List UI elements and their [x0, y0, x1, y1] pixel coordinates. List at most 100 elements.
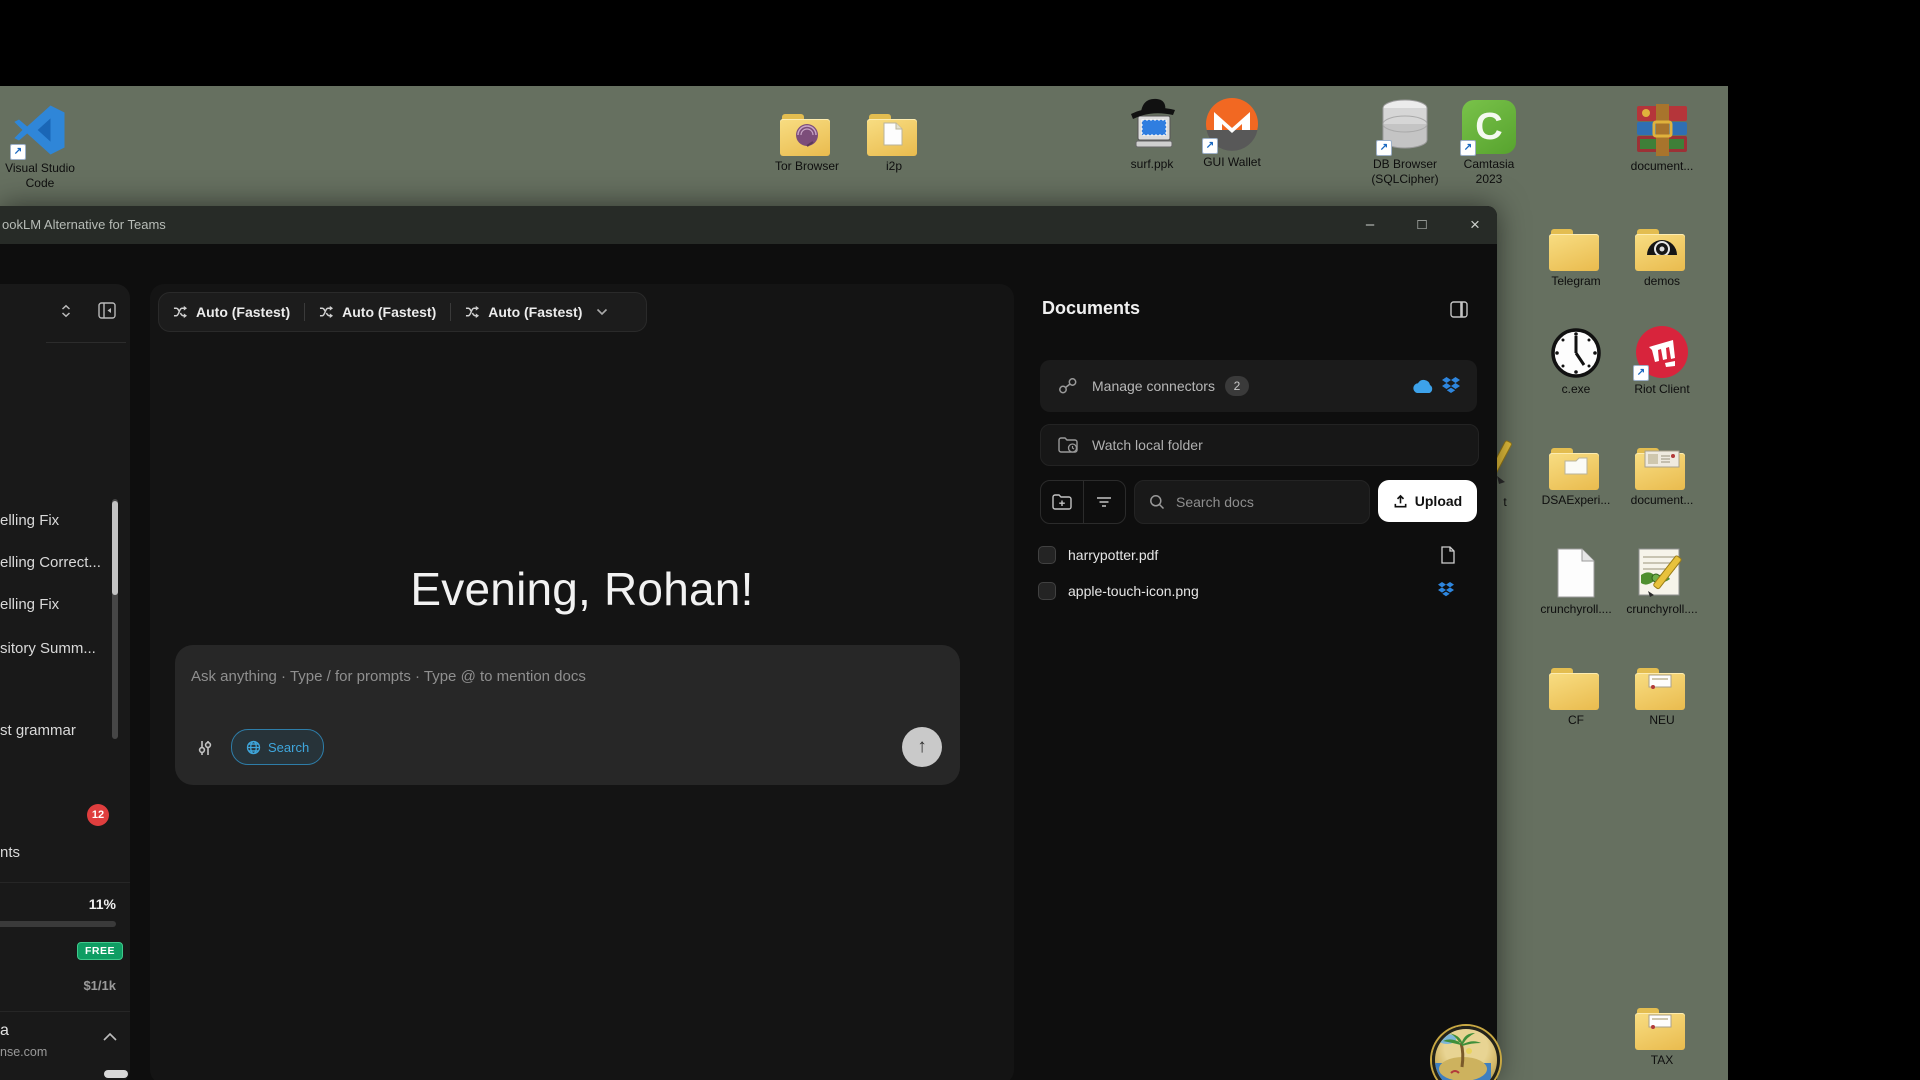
sliders-icon[interactable] [196, 739, 214, 757]
model-selector-3[interactable]: Auto (Fastest) [451, 293, 622, 331]
icon-label: t [1495, 495, 1515, 510]
profile-name[interactable]: a [0, 1022, 9, 1040]
send-button[interactable]: ↑ [902, 727, 942, 767]
winrar-archive-icon [1636, 98, 1688, 156]
icon-label: demos [1644, 274, 1680, 289]
desktop-icon-dsaexperiments[interactable]: DSAExperi... [1528, 432, 1624, 508]
upload-label: Upload [1415, 493, 1462, 509]
desktop-icon-c-exe[interactable]: c.exe [1528, 321, 1624, 397]
file-name: apple-touch-icon.png [1068, 583, 1199, 599]
file-row[interactable]: apple-touch-icon.png [1030, 574, 1477, 608]
manage-connectors-row[interactable]: Manage connectors 2 [1040, 360, 1477, 412]
folder-icon [1635, 652, 1689, 710]
filter-button[interactable] [1084, 496, 1126, 508]
shortcut-arrow-icon: ↗ [1376, 140, 1392, 156]
filter-icon [1096, 496, 1112, 508]
pdf-file-icon [1441, 546, 1455, 564]
file-checkbox[interactable] [1038, 546, 1056, 564]
vscode-icon: ↗ [12, 100, 68, 158]
plan-badge: FREE [77, 942, 123, 960]
docs-search-input[interactable]: Search docs [1134, 480, 1370, 524]
watch-local-folder-row[interactable]: Watch local folder [1040, 424, 1479, 466]
desktop-icon-gui-wallet[interactable]: ↗ GUI Wallet [1184, 94, 1280, 170]
usage-progressbar [0, 921, 116, 927]
connectors-icon [1058, 377, 1078, 395]
collapse-panel-icon[interactable] [1450, 301, 1468, 318]
upload-button[interactable]: Upload [1378, 480, 1477, 522]
sort-icon[interactable] [58, 303, 74, 319]
desktop-icon-document-rar[interactable]: document... [1614, 98, 1710, 174]
window-titlebar[interactable]: ookLM Alternative for Teams – □ × [0, 206, 1497, 244]
sidebar-scrollbar-thumb[interactable] [112, 501, 118, 595]
file-row[interactable]: harrypotter.pdf [1030, 538, 1477, 572]
desktop-icon-crunchyroll-file[interactable]: crunchyroll.... [1528, 541, 1624, 617]
folder-icon [1549, 213, 1603, 271]
connector-count-badge: 2 [1225, 376, 1249, 396]
riot-icon: ↗ [1635, 321, 1689, 379]
desktop-icon-demos[interactable]: demos [1614, 213, 1710, 289]
collapse-sidebar-icon[interactable] [98, 302, 116, 319]
dropbox-connector-icon [1441, 377, 1461, 395]
chevron-up-icon[interactable] [102, 1032, 118, 1042]
usage-percent: 11% [0, 896, 116, 912]
dropbox-source-icon [1437, 582, 1455, 598]
icon-label: CF [1568, 713, 1584, 728]
maximize-button[interactable]: □ [1408, 212, 1436, 238]
shortcut-arrow-icon: ↗ [1633, 365, 1649, 381]
docs-search-placeholder: Search docs [1176, 494, 1254, 510]
folder-icon [867, 98, 921, 156]
folder-watch-icon [1058, 437, 1078, 454]
nav-item-truncated[interactable]: nts [0, 844, 20, 861]
icon-label: Telegram [1551, 274, 1600, 289]
model-selector-1[interactable]: Auto (Fastest) [159, 293, 304, 331]
papers-icon [1648, 674, 1674, 690]
rate-label: $1/1k [0, 978, 116, 993]
new-folder-icon [1052, 494, 1072, 511]
desktop-icon-db-browser[interactable]: ↗ DB Browser(SQLCipher) [1357, 96, 1453, 187]
scrollbar-corner[interactable] [104, 1070, 128, 1078]
folder-icon [1549, 432, 1603, 490]
chat-list-item[interactable]: st grammar [0, 722, 76, 739]
file-checkbox[interactable] [1038, 582, 1056, 600]
folder-icon [780, 98, 834, 156]
model-selector-group: Auto (Fastest) Auto (Fastest) [158, 292, 647, 332]
desktop-icon-i2p[interactable]: i2p [846, 98, 942, 174]
desktop-icon-cf[interactable]: CF [1528, 652, 1624, 728]
icon-label: Camtasia [1464, 157, 1515, 172]
chat-list-item[interactable]: elling Fix [0, 512, 59, 529]
pencil-partial-icon [1495, 438, 1515, 486]
desktop-icon-riot-client[interactable]: ↗ Riot Client [1614, 321, 1710, 397]
shortcut-arrow-icon: ↗ [1460, 140, 1476, 156]
model-label: Auto (Fastest) [342, 304, 436, 320]
close-button[interactable]: × [1461, 212, 1489, 238]
new-folder-button[interactable] [1041, 494, 1083, 511]
desktop-icon-partial[interactable]: t [1495, 438, 1515, 510]
model-selector-2[interactable]: Auto (Fastest) [305, 293, 450, 331]
chat-list-item[interactable]: sitory Summ... [0, 640, 96, 657]
desktop-icon-tax[interactable]: TAX [1614, 992, 1710, 1068]
monero-icon: ↗ [1204, 94, 1260, 152]
papers-icon [1648, 1014, 1674, 1030]
icon-label: NEU [1649, 713, 1674, 728]
greeting-heading: Evening, Rohan! [150, 562, 1014, 616]
model-label: Auto (Fastest) [196, 304, 290, 320]
icon-label: crunchyroll.... [1626, 602, 1697, 617]
chat-list-item[interactable]: elling Correct... [0, 554, 101, 571]
cloud-connector-icon [1411, 378, 1435, 394]
desktop-icon-telegram[interactable]: Telegram [1528, 213, 1624, 289]
desktop-icon-tor-browser[interactable]: Tor Browser [759, 98, 855, 174]
icon-label: Tor Browser [775, 159, 839, 174]
desktop-icon-document-folder[interactable]: document... [1614, 432, 1710, 508]
desktop-icon-vscode[interactable]: ↗ Visual StudioCode [0, 100, 88, 191]
prompt-input[interactable]: Ask anything · Type / for prompts · Type… [175, 645, 960, 785]
desktop-icon-crunchyroll-notes[interactable]: crunchyroll.... [1614, 541, 1710, 617]
web-search-toggle[interactable]: Search [231, 729, 324, 765]
chat-list-item[interactable]: elling Fix [0, 596, 59, 613]
icon-label: Visual Studio [5, 161, 75, 176]
model-label: Auto (Fastest) [488, 304, 582, 320]
icon-label: Riot Client [1634, 382, 1689, 397]
minimize-button[interactable]: – [1356, 212, 1384, 238]
folder-icon [1635, 992, 1689, 1050]
desktop-icon-neu[interactable]: NEU [1614, 652, 1710, 728]
desktop-icon-camtasia[interactable]: C ↗ Camtasia2023 [1441, 96, 1537, 187]
